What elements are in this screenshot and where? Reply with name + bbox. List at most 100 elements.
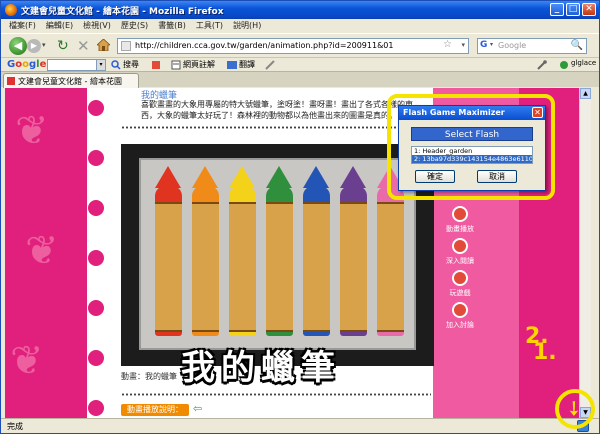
translate-button[interactable]: 翻譯 — [239, 59, 255, 70]
game-icon — [452, 270, 468, 286]
search-engine-icon[interactable]: G — [480, 40, 487, 50]
site-notes-button[interactable]: 網頁註解 — [183, 59, 215, 70]
tab-active[interactable]: 文建會兒童文化館 - 繪本花園 — [3, 73, 139, 88]
animation-title: 我的蠟筆 — [181, 348, 341, 388]
title-bar: 文建會兒童文化館 - 繪本花園 - Mozilla Firefox _ □ ✕ — [1, 1, 599, 19]
binding-hole — [88, 250, 104, 266]
status-text: 完成 — [7, 422, 23, 431]
crayon-box-picture — [139, 158, 416, 350]
close-button[interactable]: ✕ — [582, 3, 596, 16]
search-engine-dropdown-icon[interactable]: ▾ — [490, 41, 493, 48]
book-icon — [452, 238, 468, 254]
crayon-wrapper — [266, 202, 293, 332]
crayon-wrapper — [192, 202, 219, 332]
status-bar: 完成 — [1, 418, 599, 433]
scroll-up-icon[interactable]: ▲ — [580, 88, 591, 99]
bookmark-icon[interactable] — [151, 60, 161, 70]
binding-hole — [88, 300, 104, 316]
play-icon — [452, 206, 468, 222]
search-icon[interactable] — [111, 60, 121, 70]
tab-strip: 文建會兒童文化館 - 繪本花園 — [1, 71, 599, 88]
arrow-left-icon: ⇦ — [193, 402, 203, 415]
ok-button[interactable]: 確定 — [415, 170, 455, 183]
leaf-decoration-icon: ❦ — [15, 108, 49, 154]
binding-hole — [88, 100, 104, 116]
google-search-button[interactable]: 搜尋 — [123, 59, 139, 70]
menu-bar: 檔案(F) 編輯(E) 檢視(V) 歷史(S) 書籤(B) 工具(T) 說明(H… — [1, 19, 599, 33]
binding-hole — [88, 200, 104, 216]
crayon-tip — [229, 166, 255, 188]
flash-list-item-selected[interactable]: 2: 13ba97d339c143154e4863e6110d6d6b — [412, 155, 532, 163]
playback-instructions-button[interactable]: 動畫播放說明： — [121, 404, 189, 416]
crayon-wrapper — [229, 202, 256, 332]
crayon-wrapper — [155, 202, 182, 332]
bookmark-star-icon[interactable]: ☆ — [443, 39, 452, 50]
cancel-button[interactable]: 取消 — [477, 170, 517, 183]
history-dropdown-icon[interactable]: ▾ — [42, 41, 46, 49]
navigation-toolbar: ◀ ▶ ▾ ↻ ✕ http://children.cca.gov.tw/gar… — [1, 33, 599, 57]
search-icon[interactable]: 🔍 — [571, 40, 583, 51]
url-dropdown-icon[interactable]: ▾ — [461, 41, 465, 49]
translate-icon[interactable] — [227, 60, 237, 70]
image-caption: 動畫：我的蠟筆 — [121, 372, 177, 381]
search-box[interactable]: G ▾ Google 🔍 — [477, 38, 587, 54]
stop-icon[interactable]: ✕ — [77, 37, 90, 55]
home-icon[interactable] — [97, 39, 110, 51]
page-favicon-icon — [121, 41, 131, 51]
dotted-divider — [121, 126, 431, 129]
google-toolbar: Google ▾ 搜尋 網頁註解 翻譯 glglace — [1, 57, 599, 71]
url-bar[interactable]: http://children.cca.gov.tw/garden/animat… — [117, 38, 469, 54]
side-menu-play-animation[interactable]: 動畫播放 — [445, 206, 475, 234]
crayon-wrapper — [303, 202, 330, 332]
discussion-icon — [452, 302, 468, 318]
notebook-icon[interactable] — [171, 60, 181, 70]
binding-hole — [88, 350, 104, 366]
maximize-button[interactable]: □ — [566, 3, 580, 16]
vertical-scrollbar[interactable]: ▲ ▼ — [579, 88, 591, 418]
google-toolbar-dropdown-icon[interactable]: ▾ — [96, 59, 106, 71]
crayon-tip — [303, 166, 329, 188]
menu-bookmarks[interactable]: 書籤(B) — [158, 19, 186, 33]
dialog-title: Flash Game Maximizer — [403, 108, 505, 117]
article-text: 喜歡畫畫的大象用專屬的特大號蠟筆，塗呀塗！畫呀畫！畫出了各式各樣的東西，大象的蠟… — [141, 100, 413, 120]
flash-list-item[interactable]: 1: Header_garden — [412, 147, 532, 155]
binding-hole — [88, 400, 104, 416]
binding-hole — [88, 150, 104, 166]
menu-history[interactable]: 歷史(S) — [121, 19, 148, 33]
reload-icon[interactable]: ↻ — [57, 38, 69, 54]
minimize-button[interactable]: _ — [550, 3, 564, 16]
flash-maximizer-dialog: Flash Game Maximizer ✕ Select Flash 1: H… — [398, 105, 546, 191]
forward-button[interactable]: ▶ — [27, 39, 41, 53]
menu-edit[interactable]: 編輯(E) — [46, 19, 73, 33]
crayon-tip — [192, 166, 218, 188]
wrench-icon[interactable] — [537, 60, 547, 70]
leaf-decoration-icon: ❦ — [10, 338, 44, 384]
dialog-title-bar: Flash Game Maximizer ✕ — [399, 106, 545, 120]
select-flash-button[interactable]: Select Flash — [411, 127, 533, 141]
side-menu-join-discussion[interactable]: 加入討論 — [445, 302, 475, 330]
menu-file[interactable]: 檔案(F) — [9, 19, 36, 33]
side-menu-play-games[interactable]: 玩遊戲 — [445, 270, 475, 298]
account-name[interactable]: glglace — [571, 59, 596, 67]
menu-help[interactable]: 說明(H) — [233, 19, 261, 33]
dotted-divider — [121, 393, 431, 396]
google-logo: Google — [7, 59, 47, 70]
crayon-tip — [266, 166, 292, 188]
side-menu-deep-reading[interactable]: 深入閱讀 — [445, 238, 475, 266]
crayon-tip — [340, 166, 366, 188]
flash-list[interactable]: 1: Header_garden 2: 13ba97d339c143154e48… — [411, 146, 533, 164]
dialog-close-button[interactable]: ✕ — [532, 107, 543, 118]
notebook-binding — [88, 88, 106, 418]
search-placeholder: Google — [498, 41, 527, 50]
url-text[interactable]: http://children.cca.gov.tw/garden/animat… — [135, 41, 393, 50]
crayon-wrapper — [377, 202, 404, 332]
back-button[interactable]: ◀ — [9, 37, 27, 55]
leaf-decoration-icon: ❦ — [25, 228, 59, 274]
menu-tools[interactable]: 工具(T) — [196, 19, 223, 33]
google-toolbar-search-input[interactable] — [47, 59, 97, 71]
pencil-icon[interactable] — [265, 60, 275, 70]
firefox-window: 文建會兒童文化館 - 繪本花園 - Mozilla Firefox _ □ ✕ … — [0, 0, 600, 434]
menu-view[interactable]: 檢視(V) — [83, 19, 111, 33]
crayon-tip — [155, 166, 181, 188]
crayon-wrapper — [340, 202, 367, 332]
